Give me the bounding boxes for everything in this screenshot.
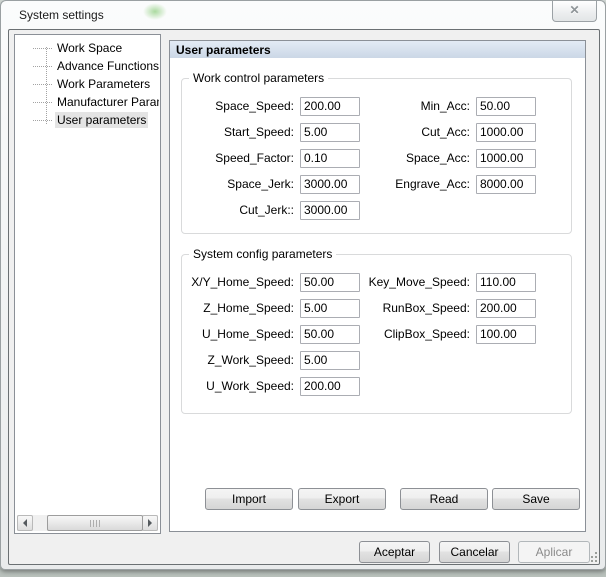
key-move-speed-input[interactable]	[476, 273, 536, 292]
min-acc-input[interactable]	[476, 97, 536, 116]
cut-jerk-label: Cut_Jerk::	[182, 203, 300, 217]
field-row: U_Work_Speed:	[182, 373, 360, 399]
z-work-speed-input[interactable]	[300, 351, 360, 370]
tree-horizontal-scrollbar[interactable]	[17, 515, 158, 531]
field-column: Min_Acc: Cut_Acc: Space_Acc: Engrave_Acc:	[352, 93, 536, 197]
scroll-right-icon	[148, 519, 152, 527]
field-row: Cut_Acc:	[352, 119, 536, 145]
field-row: Z_Work_Speed:	[182, 347, 360, 373]
settings-tree-panel: Work Space Advance Functions Work Paramete…	[14, 34, 161, 534]
x-y-home-speed-input[interactable]	[300, 273, 360, 292]
engrave-acc-input[interactable]	[476, 175, 536, 194]
space-speed-label: Space_Speed:	[182, 99, 300, 113]
field-row: Z_Home_Speed:	[182, 295, 360, 321]
sidebar-item-work-space[interactable]: Work Space	[29, 39, 159, 57]
start-speed-input[interactable]	[300, 123, 360, 142]
sidebar-item-user-parameters[interactable]: User parameters	[29, 111, 159, 129]
sidebar-item-label: User parameters	[55, 112, 148, 128]
space-jerk-input[interactable]	[300, 175, 360, 194]
field-row: Start_Speed:	[182, 119, 360, 145]
clipbox-speed-input[interactable]	[476, 325, 536, 344]
engrave-acc-label: Engrave_Acc:	[352, 177, 476, 191]
cut-jerk-input[interactable]	[300, 201, 360, 220]
field-row: Speed_Factor:	[182, 145, 360, 171]
sidebar-item-label: Advance Functions	[55, 58, 159, 74]
scrollbar-track[interactable]	[33, 515, 142, 531]
u-home-speed-input[interactable]	[300, 325, 360, 344]
scroll-right-button[interactable]	[142, 515, 158, 531]
field-column: Key_Move_Speed: RunBox_Speed: ClipBox_Spee…	[352, 269, 536, 347]
screen-artifact-smudge	[143, 3, 167, 20]
sidebar-item-work-parameters[interactable]: Work Parameters	[29, 75, 159, 93]
field-row: Engrave_Acc:	[352, 171, 536, 197]
read-button[interactable]: Read	[400, 488, 488, 510]
key-move-speed-label: Key_Move_Speed:	[352, 275, 476, 289]
close-button[interactable]: ✕	[552, 1, 597, 22]
field-row: Space_Speed:	[182, 93, 360, 119]
field-row: ClipBox_Speed:	[352, 321, 536, 347]
close-icon: ✕	[553, 1, 596, 20]
cut-acc-input[interactable]	[476, 123, 536, 142]
tree-items: Work Space Advance Functions Work Paramete…	[29, 39, 159, 129]
z-home-speed-input[interactable]	[300, 299, 360, 318]
aceptar-button[interactable]: Aceptar	[359, 541, 430, 563]
cancelar-button[interactable]: Cancelar	[439, 541, 510, 563]
sidebar-item-label: Work Space	[55, 40, 124, 56]
field-row: U_Home_Speed:	[182, 321, 360, 347]
group-title: Work control parameters	[189, 71, 328, 85]
window-title: System settings	[19, 8, 104, 22]
cut-acc-label: Cut_Acc:	[352, 125, 476, 139]
system-settings-dialog: System settings ✕ Work Space Advance Func…	[0, 0, 606, 570]
space-speed-input[interactable]	[300, 97, 360, 116]
field-column: Space_Speed: Start_Speed: Speed_Factor: Spa…	[182, 93, 360, 223]
x-y-home-speed-label: X/Y_Home_Speed:	[182, 275, 300, 289]
z-work-speed-label: Z_Work_Speed:	[182, 353, 300, 367]
sidebar-item-manufacturer-paramet[interactable]: Manufacturer Paramet	[29, 93, 159, 111]
group-title: System config parameters	[189, 247, 336, 261]
clipbox-speed-label: ClipBox_Speed:	[352, 327, 476, 341]
field-row: RunBox_Speed:	[352, 295, 536, 321]
scroll-left-icon	[23, 519, 27, 527]
field-row: Space_Acc:	[352, 145, 536, 171]
page-title: User parameters	[170, 41, 585, 58]
start-speed-label: Start_Speed:	[182, 125, 300, 139]
scrollbar-thumb[interactable]	[47, 515, 143, 531]
save-button[interactable]: Save	[492, 488, 580, 510]
z-home-speed-label: Z_Home_Speed:	[182, 301, 300, 315]
space-acc-label: Space_Acc:	[352, 151, 476, 165]
group-work-control-parameters: Work control parameters Space_Speed:Star…	[181, 78, 572, 234]
runbox-speed-label: RunBox_Speed:	[352, 301, 476, 315]
field-row: X/Y_Home_Speed:	[182, 269, 360, 295]
field-column: X/Y_Home_Speed: Z_Home_Speed: U_Home_Speed…	[182, 269, 360, 399]
min-acc-label: Min_Acc:	[352, 99, 476, 113]
field-row: Min_Acc:	[352, 93, 536, 119]
user-parameters-panel: User parameters Work control parameters …	[169, 40, 586, 532]
field-row: Key_Move_Speed:	[352, 269, 536, 295]
speed-factor-label: Speed_Factor:	[182, 151, 300, 165]
group-system-config-parameters: System config parameters X/Y_Home_Speed:…	[181, 254, 572, 414]
scroll-left-button[interactable]	[17, 515, 33, 531]
sidebar-item-label: Manufacturer Paramet	[55, 94, 159, 110]
sidebar-item-advance-functions[interactable]: Advance Functions	[29, 57, 159, 75]
runbox-speed-input[interactable]	[476, 299, 536, 318]
u-work-speed-label: U_Work_Speed:	[182, 379, 300, 393]
speed-factor-input[interactable]	[300, 149, 360, 168]
space-acc-input[interactable]	[476, 149, 536, 168]
field-row: Cut_Jerk::	[182, 197, 360, 223]
sidebar-item-label: Work Parameters	[55, 76, 152, 92]
import-button[interactable]: Import	[205, 488, 293, 510]
space-jerk-label: Space_Jerk:	[182, 177, 300, 191]
field-row: Space_Jerk:	[182, 171, 360, 197]
u-work-speed-input[interactable]	[300, 377, 360, 396]
aplicar-button: Aplicar	[518, 541, 590, 563]
export-button[interactable]: Export	[298, 488, 386, 510]
u-home-speed-label: U_Home_Speed:	[182, 327, 300, 341]
